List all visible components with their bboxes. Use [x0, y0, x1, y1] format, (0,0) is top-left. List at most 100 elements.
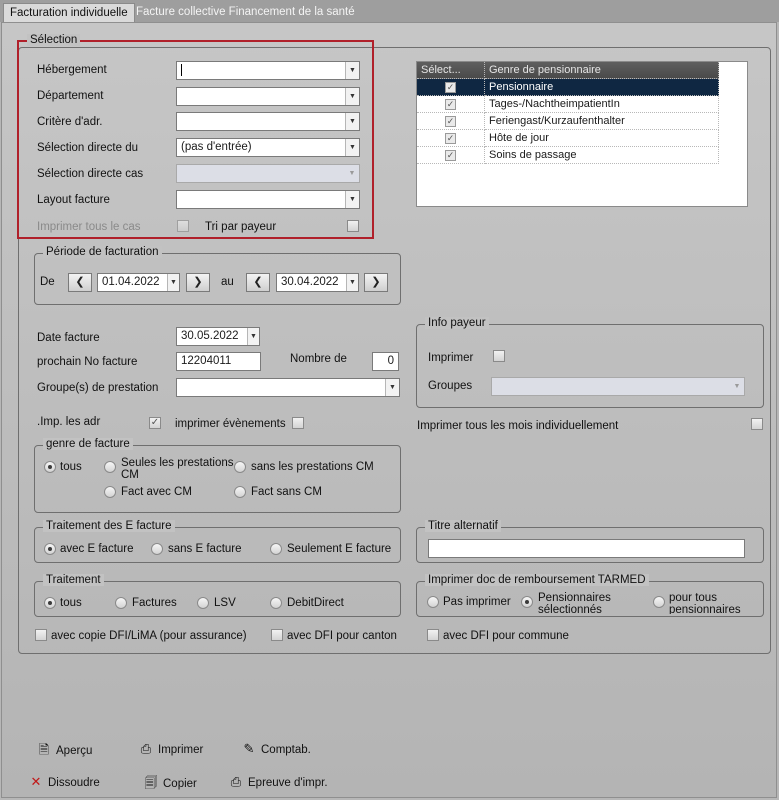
- radio-pas-imprimer[interactable]: [427, 596, 439, 608]
- date-facture-field[interactable]: 30.05.2022 ▼: [176, 327, 260, 346]
- radio-seulement-e-facture[interactable]: [270, 543, 282, 555]
- date-au-field[interactable]: 30.04.2022 ▼: [276, 273, 359, 292]
- radio-traitement-tous[interactable]: [44, 597, 56, 609]
- prochain-no-field[interactable]: 12204011: [176, 352, 261, 371]
- radio-pensionnaires-selectionnes[interactable]: [521, 596, 533, 608]
- chevron-right-icon[interactable]: ❯: [186, 273, 210, 292]
- date-au-value: 30.04.2022: [281, 276, 339, 288]
- dfi-assurance-checkbox[interactable]: [35, 629, 47, 641]
- grid-row[interactable]: ✓ Soins de passage: [417, 147, 719, 164]
- radio-lsv[interactable]: [197, 597, 209, 609]
- apercu-label: Aperçu: [56, 745, 93, 757]
- row-checkbox[interactable]: ✓: [445, 133, 456, 144]
- radio-pour-tous[interactable]: [653, 596, 665, 608]
- dissoudre-button[interactable]: ✕ Dissoudre: [28, 774, 100, 790]
- cross-icon: ✕: [30, 774, 42, 789]
- date-facture-label: Date facture: [37, 332, 100, 344]
- grid-row[interactable]: ✓ Tages-/NachtheimpatientIn: [417, 96, 719, 113]
- radio-fact-avec-cm-label: Fact avec CM: [121, 486, 192, 498]
- periode-title: Période de facturation: [43, 246, 162, 258]
- radio-tous[interactable]: [44, 461, 56, 473]
- tous-line-1: pour tous: [669, 592, 717, 604]
- imprimer-evenements-checkbox[interactable]: [292, 417, 304, 429]
- radio-avec-e-facture-label: avec E facture: [60, 543, 134, 555]
- row-checkbox[interactable]: ✓: [445, 82, 456, 93]
- chevron-down-icon[interactable]: ▼: [167, 274, 179, 291]
- radio-fact-sans-cm[interactable]: [234, 486, 246, 498]
- apercu-button[interactable]: 🗎 Aperçu: [36, 741, 93, 763]
- chevron-down-icon[interactable]: ▼: [345, 139, 359, 156]
- tab-facture-collective[interactable]: Facture collective Financement de la san…: [130, 3, 361, 23]
- radio-sans-e-facture[interactable]: [151, 543, 163, 555]
- groupes-prestation-select[interactable]: ▼: [176, 378, 400, 397]
- grid-cell-genre: Feriengast/Kurzaufenthalter: [485, 113, 719, 130]
- imprimer-button[interactable]: ⎙ Imprimer: [138, 741, 204, 757]
- chevron-down-icon[interactable]: ▼: [345, 62, 359, 79]
- radio-factures[interactable]: [115, 597, 127, 609]
- imprimer-evenements-label: imprimer évènements: [175, 418, 286, 430]
- chevron-down-icon[interactable]: ▼: [345, 191, 359, 208]
- selection-title: Sélection: [27, 34, 81, 46]
- imp-adr-checkbox[interactable]: ✓: [149, 417, 161, 429]
- genre-facture-title: genre de facture: [43, 438, 133, 450]
- critere-select[interactable]: ▼: [176, 112, 360, 131]
- row-checkbox[interactable]: ✓: [445, 99, 456, 110]
- selection-directe-value: (pas d'entrée): [181, 141, 252, 153]
- radio-sans-prestations-cm[interactable]: [234, 461, 246, 473]
- grid-cell-check: ✓: [417, 130, 485, 147]
- date-de-field[interactable]: 01.04.2022 ▼: [97, 273, 180, 292]
- traitement-title: Traitement: [43, 574, 104, 586]
- titre-alternatif-title: Titre alternatif: [425, 520, 501, 532]
- titre-alternatif-field[interactable]: [428, 539, 745, 558]
- comptab-button[interactable]: ✎ Comptab.: [241, 741, 311, 757]
- radio-sans-prestations-cm-label: sans les prestations CM: [251, 461, 374, 473]
- grid-row[interactable]: ✓ Hôte de jour: [417, 130, 719, 147]
- dfi-canton-checkbox[interactable]: [271, 629, 283, 641]
- tab-facturation-individuelle[interactable]: Facturation individuelle: [3, 3, 135, 23]
- chevron-down-icon[interactable]: ▼: [345, 88, 359, 105]
- radio-fact-sans-cm-label: Fact sans CM: [251, 486, 322, 498]
- copier-button[interactable]: 🗐 Copier: [143, 774, 197, 796]
- departement-select[interactable]: ▼: [176, 87, 360, 106]
- printer-icon: ⎙: [140, 741, 152, 756]
- radio-fact-avec-cm[interactable]: [104, 486, 116, 498]
- grid-header: Sélect... Genre de pensionnaire: [417, 62, 719, 79]
- row-checkbox[interactable]: ✓: [445, 150, 456, 161]
- radio-avec-e-facture[interactable]: [44, 543, 56, 555]
- chevron-right-icon[interactable]: ❯: [364, 273, 388, 292]
- dfi-assurance-label: avec copie DFI/LiMA (pour assurance): [51, 630, 247, 642]
- document-preview-icon: 🗎: [38, 742, 50, 757]
- au-label: au: [221, 276, 234, 288]
- date-de-value: 01.04.2022: [102, 276, 160, 288]
- grid-row[interactable]: ✓ Feriengast/Kurzaufenthalter: [417, 113, 719, 130]
- imprimer-tous-mois-checkbox[interactable]: [751, 418, 763, 430]
- hebergement-select[interactable]: ▼: [176, 61, 360, 80]
- dfi-commune-checkbox[interactable]: [427, 629, 439, 641]
- selection-directe-select[interactable]: (pas d'entrée) ▼: [176, 138, 360, 157]
- info-payeur-imprimer-checkbox[interactable]: [493, 350, 505, 362]
- grid-col-select[interactable]: Sélect...: [417, 62, 485, 79]
- chevron-down-icon[interactable]: ▼: [385, 379, 399, 396]
- layout-select[interactable]: ▼: [176, 190, 360, 209]
- chevron-down-icon[interactable]: ▼: [345, 113, 359, 130]
- e-facture-title: Traitement des E facture: [43, 520, 175, 532]
- nombre-field[interactable]: 0: [372, 352, 399, 371]
- chevron-down-icon[interactable]: ▼: [247, 328, 259, 345]
- imprimer-tous-cas-label: Imprimer tous le cas: [37, 221, 141, 233]
- tri-payeur-checkbox[interactable]: [347, 220, 359, 232]
- grid-row[interactable]: ✓ Pensionnaire: [417, 79, 719, 96]
- grid-col-genre[interactable]: Genre de pensionnaire: [485, 62, 719, 79]
- radio-debitdirect[interactable]: [270, 597, 282, 609]
- chevron-left-icon[interactable]: ❮: [246, 273, 270, 292]
- radio-seules-prestations[interactable]: [104, 461, 116, 473]
- chevron-down-icon[interactable]: ▼: [346, 274, 358, 291]
- radio-debitdirect-label: DebitDirect: [287, 597, 344, 609]
- critere-label: Critère d'adr.: [37, 116, 103, 128]
- epreuve-button[interactable]: ⎙ Epreuve d'impr.: [228, 774, 328, 790]
- chevron-left-icon[interactable]: ❮: [68, 273, 92, 292]
- copier-label: Copier: [163, 778, 197, 790]
- info-payeur-groupes-label: Groupes: [428, 380, 473, 392]
- grid-cell-genre: Pensionnaire: [485, 79, 719, 96]
- radio-lsv-label: LSV: [214, 597, 236, 609]
- row-checkbox[interactable]: ✓: [445, 116, 456, 127]
